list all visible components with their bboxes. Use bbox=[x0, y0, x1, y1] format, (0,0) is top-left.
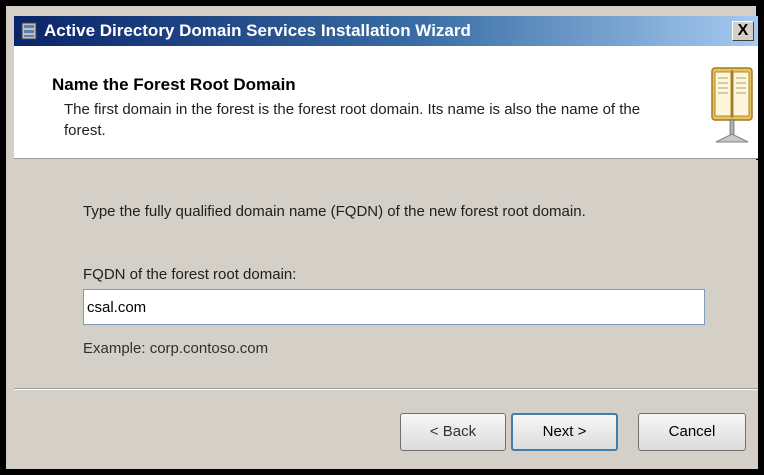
example-text: Example: corp.contoso.com bbox=[83, 340, 269, 357]
wizard-body: Type the fully qualified domain name (FQ… bbox=[14, 160, 758, 392]
back-button[interactable]: < Back bbox=[400, 413, 506, 451]
instruction-text: Type the fully qualified domain name (FQ… bbox=[83, 203, 586, 220]
cancel-button[interactable]: Cancel bbox=[638, 413, 746, 451]
fqdn-input[interactable] bbox=[83, 289, 705, 325]
page-description: The first domain in the forest is the fo… bbox=[64, 101, 641, 139]
title-bar[interactable]: Active Directory Domain Services Install… bbox=[14, 16, 758, 46]
next-button[interactable]: Next > bbox=[511, 413, 618, 451]
page-title: Name the Forest Root Domain bbox=[52, 75, 296, 94]
book-icon bbox=[711, 67, 753, 143]
wizard-footer: < Back Next > Cancel bbox=[14, 390, 758, 469]
window-title: Active Directory Domain Services Install… bbox=[44, 21, 471, 40]
wizard-header: Name the Forest Root Domain The first do… bbox=[14, 46, 758, 159]
fqdn-label: FQDN of the forest root domain: bbox=[83, 266, 297, 283]
close-button[interactable]: X bbox=[732, 21, 754, 41]
server-icon bbox=[21, 22, 37, 40]
